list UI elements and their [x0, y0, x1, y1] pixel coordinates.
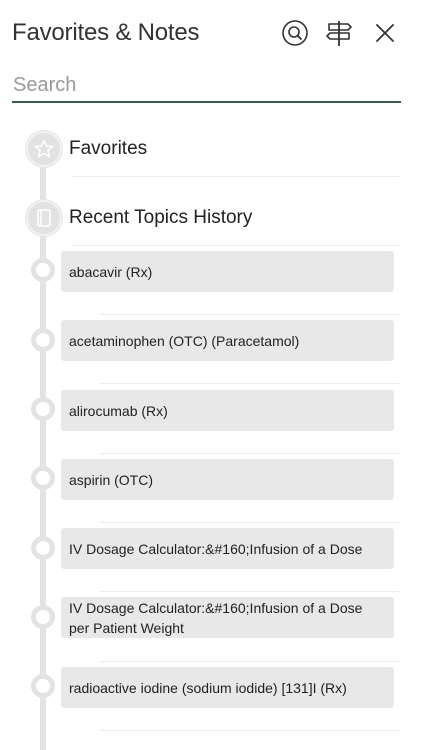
favorites-label: Favorites	[69, 138, 148, 159]
search-button[interactable]	[280, 18, 310, 48]
search-input[interactable]	[12, 72, 401, 101]
timeline-node	[31, 466, 55, 490]
recent-topic-item[interactable]: abacavir (Rx)	[61, 251, 394, 292]
recent-topic-item[interactable]: IV Dosage Calculator:&#160;Infusion of a…	[61, 597, 394, 638]
item-divider	[100, 591, 399, 592]
search-icon	[282, 20, 308, 46]
timeline-node	[31, 258, 55, 282]
item-divider	[100, 314, 399, 315]
recent-topic-item[interactable]: aspirin (OTC)	[61, 459, 394, 500]
search-field	[12, 72, 401, 103]
timeline-node	[31, 674, 55, 698]
timeline-node	[31, 328, 55, 352]
favorites-divider	[72, 176, 399, 177]
item-divider	[100, 730, 399, 731]
star-icon	[34, 139, 54, 158]
recent-topic-item[interactable]: acetaminophen (OTC) (Paracetamol)	[61, 320, 394, 361]
page-title: Favorites & Notes	[12, 19, 200, 46]
recent-topic-item[interactable]: alirocumab (Rx)	[61, 390, 394, 431]
recent-topics-section[interactable]: Recent Topics History	[0, 182, 422, 252]
recent-topics-node	[26, 200, 62, 236]
header-bar: Favorites & Notes	[0, 0, 422, 70]
close-button[interactable]	[370, 18, 400, 48]
book-icon	[37, 209, 51, 227]
timeline-node	[31, 397, 55, 421]
recent-topics-divider	[72, 245, 399, 246]
signpost-button[interactable]	[324, 18, 354, 48]
favorites-node	[26, 131, 62, 167]
item-divider	[100, 453, 399, 454]
item-divider	[100, 522, 399, 523]
timeline-node	[31, 605, 55, 629]
item-divider	[100, 383, 399, 384]
signpost-icon	[326, 21, 352, 46]
close-icon	[376, 24, 394, 42]
recent-topics-label: Recent Topics History	[69, 207, 253, 228]
recent-topic-item[interactable]: radioactive iodine (sodium iodide) [131]…	[61, 667, 394, 708]
favorites-section[interactable]: Favorites	[0, 113, 422, 183]
timeline-node	[31, 536, 55, 560]
item-divider	[100, 661, 399, 662]
recent-topic-item[interactable]: IV Dosage Calculator:&#160;Infusion of a…	[61, 528, 394, 569]
